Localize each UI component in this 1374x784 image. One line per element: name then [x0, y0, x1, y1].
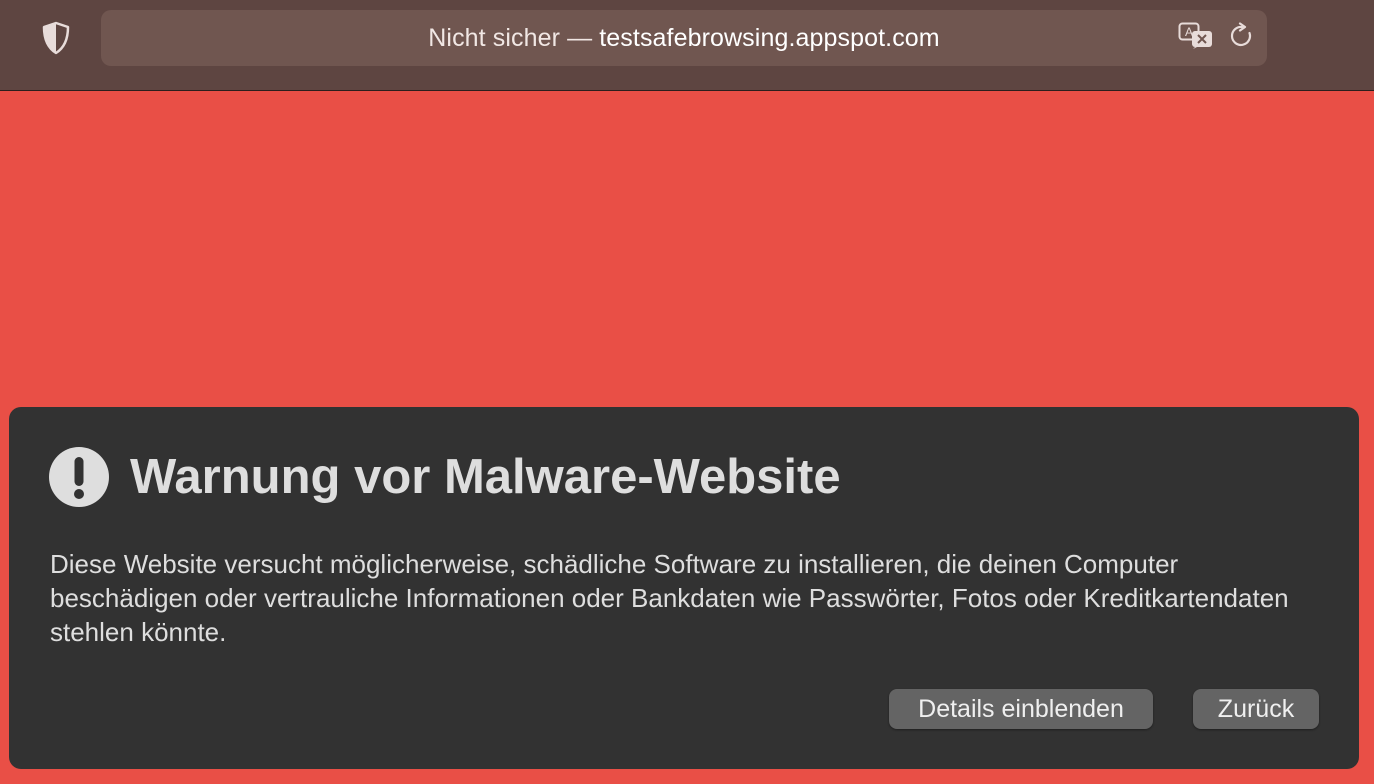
shield-icon	[41, 21, 71, 60]
svg-text:A: A	[1185, 25, 1193, 39]
translate-button[interactable]: A	[1178, 22, 1214, 55]
back-button[interactable]: Zurück	[1193, 689, 1319, 729]
browser-toolbar: Nicht sicher — testsafebrowsing.appspot.…	[0, 0, 1374, 91]
malware-warning-panel: Warnung vor Malware-Website Diese Websit…	[9, 407, 1359, 769]
show-details-button[interactable]: Details einblenden	[889, 689, 1153, 729]
address-bar[interactable]: Nicht sicher — testsafebrowsing.appspot.…	[101, 10, 1267, 66]
security-status: Nicht sicher —	[428, 23, 600, 52]
warning-title: Warnung vor Malware-Website	[130, 450, 841, 504]
warning-message: Diese Website versucht möglicherweise, s…	[50, 549, 1289, 647]
reload-icon	[1228, 21, 1256, 55]
translate-icon: A	[1178, 22, 1214, 55]
address-host: testsafebrowsing.appspot.com	[599, 23, 940, 52]
privacy-report-button[interactable]	[38, 20, 74, 60]
address-text: Nicht sicher — testsafebrowsing.appspot.…	[428, 24, 939, 53]
exclamation-circle-icon	[49, 447, 109, 507]
reload-button[interactable]	[1224, 21, 1260, 55]
